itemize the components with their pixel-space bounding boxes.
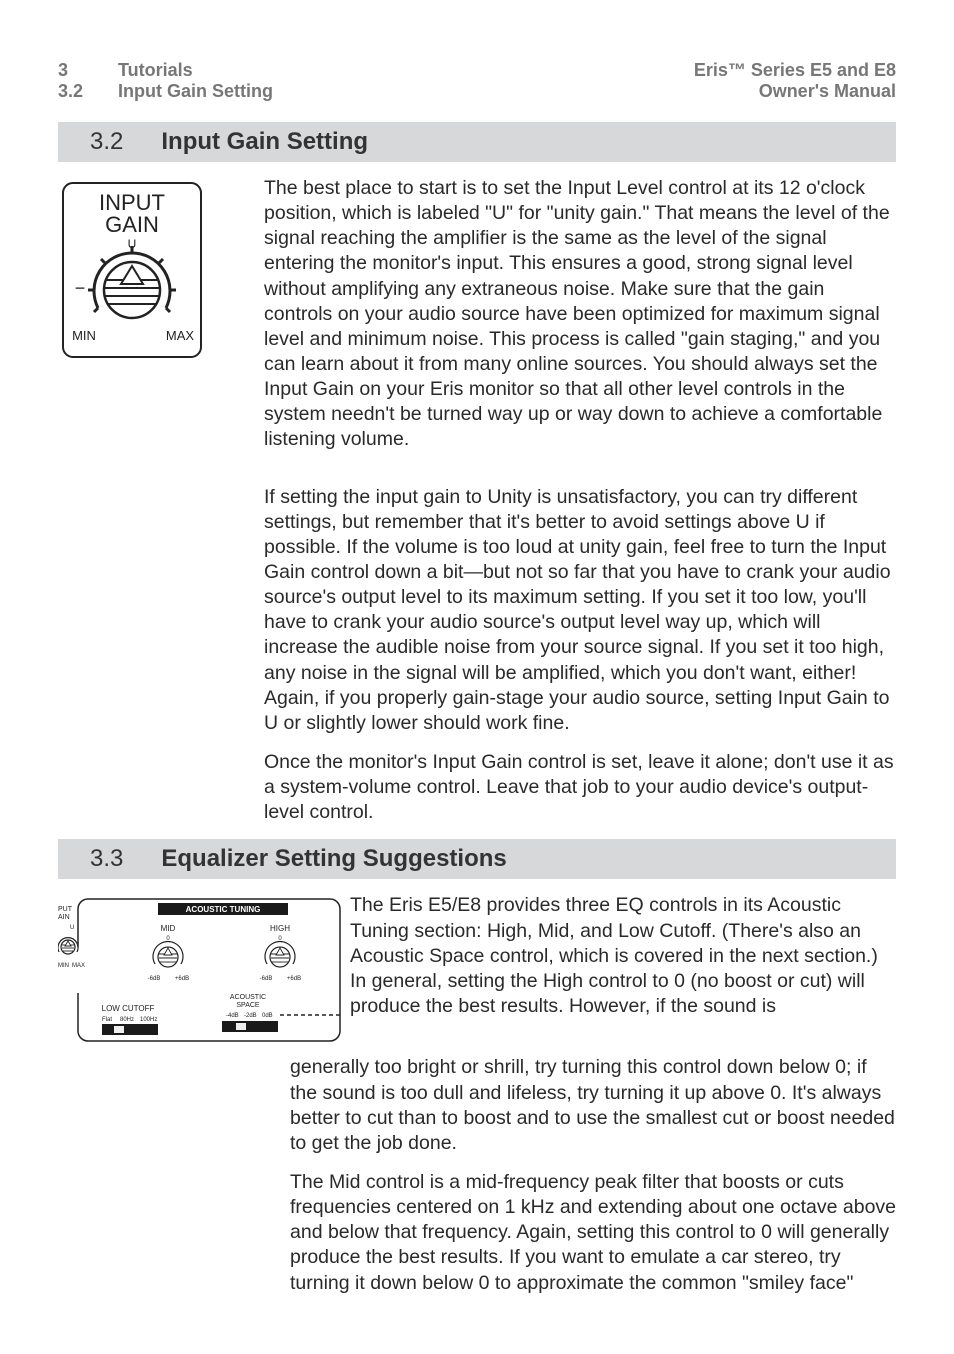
svg-text:MIN: MIN — [58, 963, 69, 969]
as-m2: -2dB — [244, 1013, 257, 1019]
para-3-3-1b: generally too bright or shrill, try turn… — [290, 1055, 896, 1156]
header-chapter-text: Tutorials — [118, 60, 193, 81]
para-3-3-1a: The Eris E5/E8 provides three EQ control… — [350, 893, 896, 1019]
high-minus-label: -6dB — [260, 976, 273, 982]
high-plus-label: +6dB — [287, 976, 301, 982]
page-header: 3 Tutorials 3.2 Input Gain Setting Eris™… — [58, 60, 896, 102]
mid-label: MID — [161, 924, 176, 933]
section-title: Input Gain Setting — [161, 128, 368, 156]
section-heading-3-2: 3.2 Input Gain Setting — [58, 122, 896, 162]
figure-label-gain: GAIN — [105, 212, 159, 237]
as-0: 0dB — [262, 1013, 273, 1019]
as-m4: -4dB — [226, 1013, 239, 1019]
low-cutoff-label: LOW CUTOFF — [102, 1004, 155, 1013]
input-gain-figure: INPUT GAIN U — [58, 176, 258, 467]
figure-label-max: MAX — [166, 328, 195, 343]
product-name: Eris™ Series E5 and E8 — [694, 60, 896, 81]
section-heading-3-3: 3.3 Equalizer Setting Suggestions — [58, 839, 896, 879]
para-indent-3-3: generally too bright or shrill, try turn… — [290, 1055, 896, 1295]
svg-text:U: U — [70, 925, 74, 931]
high-label: HIGH — [270, 924, 290, 933]
banner-label: ACOUSTIC TUNING — [186, 905, 261, 914]
para-block-right-33: The Eris E5/E8 provides three EQ control… — [344, 893, 896, 1047]
mid-plus-label: +6dB — [175, 976, 189, 982]
section-title: Equalizer Setting Suggestions — [161, 845, 506, 873]
figure-label-min: MIN — [72, 328, 96, 343]
doc-title: Owner's Manual — [694, 81, 896, 102]
content-block-3-3: PUT AIN U MIN MAX ACOUSTIC TUNING MID 0 — [58, 893, 896, 1047]
svg-text:−: − — [75, 278, 86, 298]
svg-text:ACOUSTIC: ACOUSTIC — [230, 994, 266, 1001]
f80-label: 80Hz — [120, 1017, 134, 1023]
para-3-2-3: Once the monitor's Input Gain control is… — [264, 750, 896, 825]
header-section-text: Input Gain Setting — [118, 81, 273, 102]
f100-label: 100Hz — [140, 1017, 157, 1023]
para-block-right: The best place to start is to set the In… — [258, 176, 896, 467]
input-gain-knob-icon: INPUT GAIN U — [62, 182, 202, 358]
header-left: 3 Tutorials 3.2 Input Gain Setting — [58, 60, 273, 102]
section-num: 3.3 — [90, 845, 123, 873]
svg-text:PUT: PUT — [58, 906, 73, 913]
para-3-3-2: The Mid control is a mid-frequency peak … — [290, 1170, 896, 1296]
svg-text:MAX: MAX — [72, 963, 85, 969]
para-3-2-1: The best place to start is to set the In… — [264, 176, 896, 453]
para-indent-3-2: If setting the input gain to Unity is un… — [264, 485, 896, 826]
content-block-3-2: INPUT GAIN U — [58, 176, 896, 467]
header-section-num: 3.2 — [58, 81, 118, 102]
header-chapter-num: 3 — [58, 60, 118, 81]
section-num: 3.2 — [90, 128, 123, 156]
flat-label: Flat — [102, 1017, 112, 1023]
acoustic-tuning-icon: PUT AIN U MIN MAX ACOUSTIC TUNING MID 0 — [58, 893, 344, 1047]
header-row-2: 3.2 Input Gain Setting — [58, 81, 273, 102]
svg-text:AIN: AIN — [58, 914, 70, 921]
mid-minus-label: -6dB — [148, 976, 161, 982]
svg-text:SPACE: SPACE — [236, 1002, 260, 1009]
header-row-1: 3 Tutorials — [58, 60, 273, 81]
acoustic-tuning-figure: PUT AIN U MIN MAX ACOUSTIC TUNING MID 0 — [58, 893, 344, 1047]
header-right: Eris™ Series E5 and E8 Owner's Manual — [694, 60, 896, 102]
para-3-2-2: If setting the input gain to Unity is un… — [264, 485, 896, 736]
